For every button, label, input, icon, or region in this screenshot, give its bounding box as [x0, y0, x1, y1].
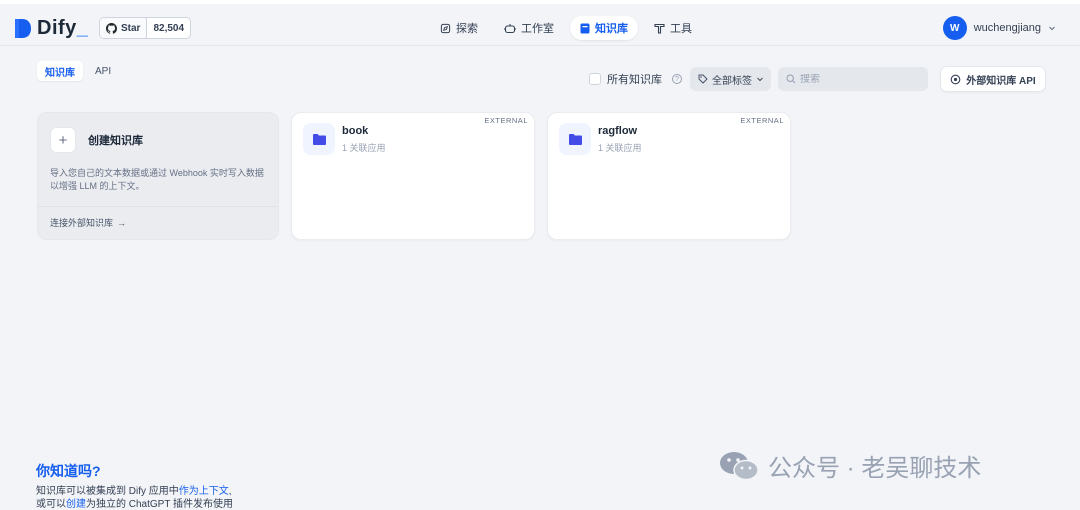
tag-filter-label: 全部标签	[712, 75, 752, 87]
dataset-name: ragflow	[598, 125, 638, 137]
dataset-linked-apps: 1 关联应用	[342, 143, 386, 153]
robot-icon	[504, 23, 516, 33]
dataset-linked-apps: 1 关联应用	[598, 143, 642, 153]
tip-text: ,	[228, 486, 232, 497]
all-datasets-toggle[interactable]: 所有知识库 ?	[589, 71, 682, 87]
tip-title: 你知道吗?	[36, 463, 101, 479]
plus-icon: +	[50, 127, 76, 153]
tip-text: 知识库可以被集成到 Dify 应用中	[36, 486, 179, 497]
folder-icon	[303, 123, 335, 155]
external-badge: EXTERNAL	[484, 116, 528, 125]
explore-icon	[440, 23, 451, 33]
chevron-down-icon	[1049, 26, 1055, 31]
chevron-down-icon	[757, 77, 763, 82]
nav-knowledge[interactable]: 知识库	[570, 16, 638, 40]
api-connection-icon	[950, 74, 961, 84]
book-icon	[580, 23, 590, 33]
nav-tools[interactable]: 工具	[644, 16, 702, 40]
external-badge: EXTERNAL	[740, 116, 784, 125]
watermark: 公众号 · 老吴聊技术	[718, 448, 981, 483]
create-knowledge-card[interactable]: + 创建知识库 导入您自己的文本数据或通过 Webhook 实时写入数据以增强 …	[37, 112, 279, 240]
search-icon	[786, 74, 796, 84]
did-you-know-tip: 你知道吗? 知识库可以被集成到 Dify 应用中作为上下文, 或可以创建为独立的…	[36, 461, 233, 510]
wechat-icon	[720, 451, 759, 480]
tool-icon	[654, 23, 665, 34]
tag-filter-dropdown[interactable]: 全部标签	[690, 67, 771, 91]
watermark-text: 公众号 · 老吴聊技术	[768, 455, 982, 482]
create-card-description: 导入您自己的文本数据或通过 Webhook 实时写入数据以增强 LLM 的上下文…	[50, 168, 264, 191]
external-api-label: 外部知识库 API	[966, 75, 1036, 87]
search-input[interactable]	[800, 73, 910, 85]
nav-explore-label: 探索	[456, 23, 478, 35]
nav-knowledge-label: 知识库	[595, 23, 628, 35]
github-star-button[interactable]: Star 82,504	[99, 17, 192, 39]
top-navigation-bar: Dify_ Star 82,504 探索 工作室 知识库 工具 W wuchen…	[0, 4, 1080, 46]
main-nav: 探索 工作室 知识库 工具	[430, 16, 702, 40]
help-icon[interactable]: ?	[672, 74, 682, 84]
connect-external-label: 连接外部知识库	[50, 218, 114, 228]
tip-text: 或可以	[36, 499, 66, 510]
tip-link-create[interactable]: 创建	[66, 499, 86, 510]
divider	[38, 206, 278, 207]
tip-body: 知识库可以被集成到 Dify 应用中作为上下文, 或可以创建为独立的 ChatG…	[36, 485, 233, 510]
tip-link-context[interactable]: 作为上下文	[179, 486, 229, 497]
arrow-right-icon: →	[117, 217, 127, 228]
dataset-name: book	[342, 125, 369, 137]
nav-studio-label: 工作室	[521, 23, 554, 35]
user-name: wuchengjiang	[973, 22, 1041, 34]
user-menu[interactable]: W wuchengjiang	[942, 16, 1056, 40]
dataset-card[interactable]: book 1 关联应用 EXTERNAL	[291, 112, 535, 240]
logo-text: Dify_	[37, 17, 89, 39]
all-datasets-checkbox[interactable]	[589, 73, 601, 85]
tag-icon	[698, 74, 708, 84]
create-card-title: 创建知识库	[88, 135, 143, 147]
dify-logo[interactable]: Dify_	[13, 17, 88, 40]
github-icon	[106, 22, 117, 34]
all-datasets-label: 所有知识库	[607, 74, 662, 86]
search-box[interactable]	[778, 67, 928, 91]
tip-text: 为独立的 ChatGPT 插件发布使用	[86, 499, 234, 510]
nav-tools-label: 工具	[670, 23, 692, 35]
avatar: W	[942, 16, 967, 40]
connect-external-link[interactable]: 连接外部知识库 →	[50, 216, 126, 229]
nav-studio[interactable]: 工作室	[494, 16, 564, 40]
folder-icon	[559, 123, 591, 155]
filter-bar: 所有知识库 ? 全部标签 外部知识库 API	[0, 66, 1080, 93]
dataset-card[interactable]: ragflow 1 关联应用 EXTERNAL	[547, 112, 791, 240]
external-api-button[interactable]: 外部知识库 API	[940, 66, 1046, 92]
star-count: 82,504	[153, 22, 185, 34]
star-label: Star	[121, 22, 141, 34]
nav-explore[interactable]: 探索	[430, 16, 488, 40]
dify-logo-icon	[15, 19, 31, 38]
